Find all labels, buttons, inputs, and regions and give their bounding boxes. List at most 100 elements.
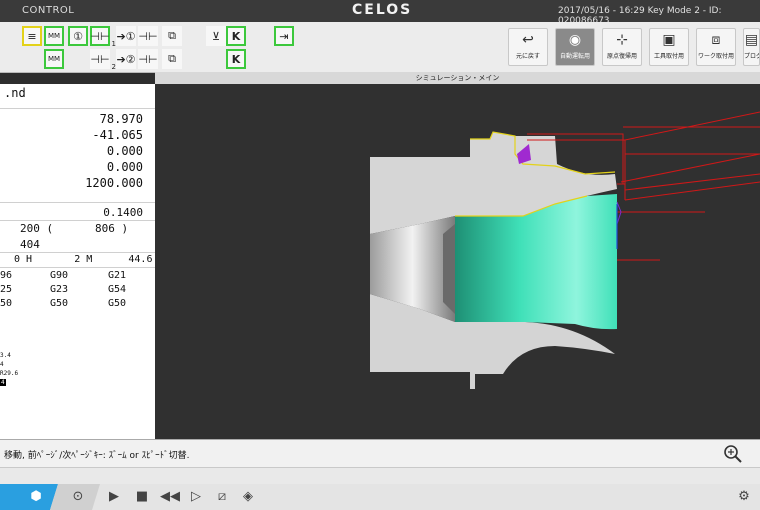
- work-mount-button[interactable]: ⧈ ワーク取付用: [696, 28, 736, 66]
- door-button[interactable]: ⇥: [274, 26, 294, 46]
- position-panel: .nd 78.970 -41.065 0.000 0.000 1200.000 …: [0, 84, 165, 439]
- feed-value: 0.1400: [103, 206, 143, 219]
- origin-icon: ⊹: [616, 32, 628, 48]
- spindle-icon: ⧉: [168, 29, 176, 42]
- machine-lock-icon: ⊣⊢: [138, 29, 158, 43]
- mm-button[interactable]: MM: [44, 26, 64, 46]
- gcode: G23: [50, 284, 69, 295]
- program-icon: ▤: [744, 32, 759, 48]
- machine-lock-button[interactable]: ⊣⊢: [138, 26, 158, 46]
- mini-line: 4: [0, 361, 4, 368]
- step-icon[interactable]: ▷: [186, 487, 206, 507]
- message-bar: 移動, 前ﾍﾟｰｼﾞ/次ﾍﾟｰｼﾞｷｰ: ｽﾞｰﾑ or ｽﾋﾟｰﾄﾞ切替.: [0, 439, 760, 468]
- tailstock-button[interactable]: ⊣⊢: [138, 49, 158, 69]
- back-button[interactable]: ↩ 元に戻す: [508, 28, 548, 66]
- divider: [0, 108, 155, 109]
- bottom-bar: ⬢ ⊙ ▶ ■ ◀◀ ▷ ⧄ ◈ ⚙: [0, 484, 760, 510]
- undo-icon: ↩: [522, 32, 534, 48]
- gcode: 96: [0, 270, 13, 281]
- gcode: 50: [0, 298, 13, 309]
- toolbar: ≡ MM ① ⊣⊢ 1 ➔① ⊣⊢ ⧉ ⊻ K ⇥ MM ⊣⊢ 2 ➔② ⊣⊢ ⧉ …: [0, 22, 760, 73]
- mini-line: 3.4: [0, 352, 11, 359]
- auto-run-icon: ◉: [568, 32, 582, 48]
- coord-b: 1200.000: [85, 176, 143, 190]
- mini-line: R29.6: [0, 370, 19, 377]
- stop-icon[interactable]: ■: [132, 487, 152, 507]
- control-label: CONTROL: [22, 5, 75, 16]
- optional-stop-2-button[interactable]: ➔②: [116, 49, 136, 69]
- tool-change-button[interactable]: ⊻: [206, 26, 226, 46]
- coord-c: 0.000: [106, 144, 143, 158]
- origin-return-button[interactable]: ⊹ 原点復帰用: [602, 28, 642, 66]
- simulation-viewport[interactable]: [155, 84, 760, 439]
- status-line: 0 H 2 M 44.6 S: [14, 254, 165, 265]
- coord-x: 78.970: [99, 112, 143, 126]
- divider: [0, 252, 155, 253]
- coolant-icon: ⧉: [168, 52, 176, 65]
- tool-change-icon: ⊻: [211, 29, 221, 43]
- chuck-icon: K: [231, 29, 241, 43]
- program-label: プログ: [744, 53, 759, 60]
- single-block-button[interactable]: ①: [68, 26, 88, 46]
- chuck-2-icon: K: [231, 52, 241, 66]
- optional-stop-1-button[interactable]: ➔①: [116, 26, 136, 46]
- work-label: ワーク取付用: [697, 53, 734, 60]
- feed-mm-icon: MM: [47, 55, 61, 63]
- dry-run-icon: ≡: [27, 29, 37, 43]
- gcode: G21: [108, 270, 127, 281]
- spindle-button[interactable]: ⧉: [162, 26, 182, 46]
- auto-run-label: 自動運転用: [559, 53, 590, 60]
- block-skip-2-button[interactable]: ⊣⊢ 2: [90, 49, 116, 71]
- tool-icon: ▣: [662, 32, 676, 48]
- block-skip-2-icon: ⊣⊢: [90, 52, 110, 66]
- tool-mount-button[interactable]: ▣ 工具取付用: [649, 28, 689, 66]
- divider: [0, 202, 155, 203]
- dry-run-button[interactable]: ≡: [22, 26, 42, 46]
- gcode: G50: [50, 298, 69, 309]
- door-icon: ⇥: [279, 29, 289, 43]
- gcode: 25: [0, 284, 13, 295]
- divider: [0, 220, 155, 221]
- chuck-k-button[interactable]: K: [226, 26, 246, 46]
- rewind-icon[interactable]: ◀◀: [160, 487, 180, 507]
- gcode: G50: [108, 298, 127, 309]
- optional-stop-icon: ➔①: [116, 29, 136, 43]
- simulation-canvas: [370, 111, 760, 389]
- cube-icon[interactable]: ⬢: [26, 487, 46, 507]
- gear-icon[interactable]: ⚙: [734, 487, 754, 507]
- tailstock-icon: ⊣⊢: [138, 52, 158, 66]
- origin-label: 原点復帰用: [606, 53, 637, 60]
- simulation-play-icon[interactable]: ⊙: [68, 487, 88, 507]
- status-strip: [0, 467, 760, 485]
- spindle-speed-actual: 806 ): [95, 222, 129, 235]
- coord-y: 0.000: [106, 160, 143, 174]
- single-block-icon: ①: [73, 29, 83, 43]
- optional-stop-2-icon: ➔②: [116, 52, 136, 66]
- coord-z: -41.065: [92, 128, 143, 142]
- mm-icon: MM: [47, 32, 61, 40]
- celos-logo: CELOS: [352, 2, 413, 18]
- block-skip-1-button[interactable]: ⊣⊢ 1: [90, 26, 116, 48]
- play-icon[interactable]: ▶: [104, 487, 124, 507]
- zoom-icon[interactable]: [722, 444, 744, 464]
- feed-mm-button[interactable]: MM: [44, 49, 64, 69]
- coolant-button[interactable]: ⧉: [162, 49, 182, 69]
- gcode: G90: [50, 270, 69, 281]
- gcode: G54: [108, 284, 127, 295]
- program-name: .nd: [4, 86, 26, 100]
- edit-icon[interactable]: ⧄: [212, 487, 232, 507]
- bore-step: [443, 224, 455, 314]
- divider: [0, 267, 155, 268]
- chuck-k2-button[interactable]: K: [226, 49, 246, 69]
- mini-line-highlight: 4: [0, 379, 6, 386]
- title-bar: CONTROL CELOS 2017/05/16 - 16:29 Key Mod…: [0, 0, 760, 26]
- back-label: 元に戻す: [515, 53, 540, 60]
- program-button[interactable]: ▤ プログ: [743, 28, 760, 66]
- block-skip-icon: ⊣⊢: [90, 29, 110, 43]
- auto-run-button[interactable]: ◉ 自動運転用: [555, 28, 595, 66]
- work-icon: ⧈: [711, 32, 721, 48]
- simulation-header: シミュレーション・メイン: [155, 72, 760, 84]
- reset-icon[interactable]: ◈: [238, 487, 258, 507]
- tool-number: 404: [20, 238, 40, 251]
- tool-label: 工具取付用: [653, 53, 684, 60]
